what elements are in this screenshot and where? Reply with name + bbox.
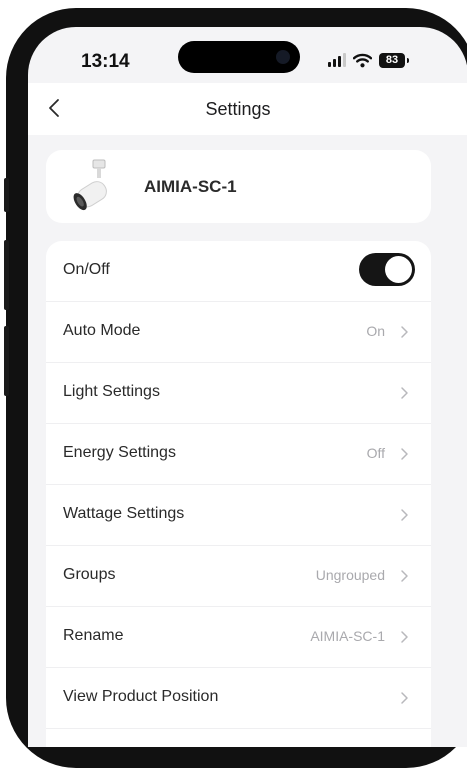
status-time: 13:14 (81, 51, 130, 72)
row-value: On (366, 323, 385, 339)
chevron-right-icon (401, 326, 408, 338)
action-button (4, 178, 9, 212)
wattage-settings-row[interactable]: Wattage Settings (46, 485, 431, 546)
cellular-signal-icon (328, 53, 346, 67)
wifi-icon (353, 53, 372, 67)
battery-icon: 83 (379, 52, 409, 68)
row-label: Rename (63, 627, 124, 644)
chevron-right-icon (401, 631, 408, 643)
rename-row[interactable]: Rename AIMIA-SC-1 (46, 607, 431, 668)
nav-bar: Settings (28, 83, 467, 135)
row-label: Light Settings (63, 383, 160, 400)
device-card[interactable]: AIMIA-SC-1 (46, 150, 431, 223)
row-label: Groups (63, 566, 116, 583)
volume-up-button (4, 240, 9, 310)
row-label: Auto Mode (63, 322, 141, 339)
app-screen: 13:14 83 Settings AIMIA-SC-1 On/Off Auto… (28, 27, 467, 747)
row-label: View Product Position (63, 688, 219, 705)
chevron-right-icon (401, 448, 408, 460)
next-row[interactable] (46, 729, 431, 747)
chevron-right-icon (401, 387, 408, 399)
row-label: Energy Settings (63, 444, 176, 461)
status-icons: 83 (328, 51, 409, 69)
auto-mode-row[interactable]: Auto Mode On (46, 302, 431, 363)
row-value: Ungrouped (315, 567, 385, 583)
device-name: AIMIA-SC-1 (144, 177, 237, 196)
groups-row[interactable]: Groups Ungrouped (46, 546, 431, 607)
row-value: Off (366, 445, 385, 461)
toggle-knob (385, 256, 412, 283)
chevron-right-icon (401, 509, 408, 521)
dynamic-island (178, 41, 300, 73)
settings-list: On/Off Auto Mode On Light Settings Energ… (46, 241, 431, 747)
on-off-label: On/Off (63, 261, 110, 278)
row-label: Wattage Settings (63, 505, 185, 522)
energy-settings-row[interactable]: Energy Settings Off (46, 424, 431, 485)
volume-down-button (4, 326, 9, 396)
page-title: Settings (205, 99, 271, 119)
view-product-position-row[interactable]: View Product Position (46, 668, 431, 729)
power-toggle[interactable] (359, 253, 415, 286)
light-settings-row[interactable]: Light Settings (46, 363, 431, 424)
chevron-right-icon (401, 570, 408, 582)
camera-icon (276, 50, 290, 64)
track-spotlight-icon (73, 159, 107, 211)
row-value: AIMIA-SC-1 (310, 628, 385, 644)
on-off-row: On/Off (46, 241, 431, 302)
chevron-right-icon (401, 692, 408, 704)
